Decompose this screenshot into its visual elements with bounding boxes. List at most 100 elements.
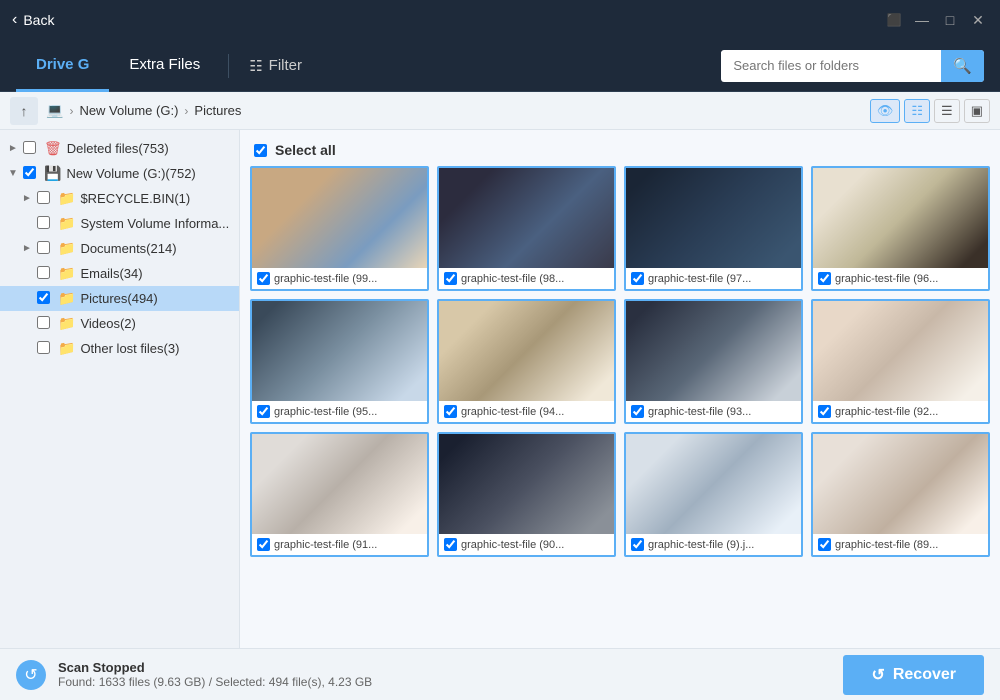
list-view-button[interactable]: ☰: [934, 99, 960, 123]
photo-checkbox-4[interactable]: [818, 272, 831, 285]
photo-checkbox-1[interactable]: [257, 272, 270, 285]
recover-button[interactable]: ↺ Recover: [843, 655, 984, 695]
photo-checkbox-6[interactable]: [444, 405, 457, 418]
photo-checkbox-9[interactable]: [257, 538, 270, 551]
photo-card-5[interactable]: graphic-test-file (95...: [250, 299, 429, 424]
sidebar-item-pictures-label: Pictures(494): [80, 291, 157, 306]
select-all-checkbox[interactable]: [254, 144, 267, 157]
navigate-up-button[interactable]: ↑: [10, 97, 38, 125]
sidebar-item-pictures[interactable]: 📁 Pictures(494): [0, 286, 239, 311]
deleted-checkbox[interactable]: [23, 141, 39, 157]
photo-caption-6: graphic-test-file (94...: [439, 401, 614, 422]
sidebar-item-videos-label: Videos(2): [80, 316, 135, 331]
photo-thumbnail-2: [439, 168, 614, 268]
tab-drive-g-label: Drive G: [36, 56, 89, 73]
photo-name-5: graphic-test-file (95...: [274, 406, 377, 418]
photo-card-9[interactable]: graphic-test-file (91...: [250, 432, 429, 557]
sidebar-item-deleted[interactable]: ► 🗑 Deleted files(753): [0, 136, 239, 161]
photo-card-12[interactable]: graphic-test-file (89...: [811, 432, 990, 557]
file-tree-sidebar: ► 🗑 Deleted files(753) ▼ 💾 New Volume (G…: [0, 130, 240, 648]
scan-status-title: Scan Stopped: [58, 660, 372, 675]
close-icon[interactable]: ✕: [968, 12, 988, 29]
restore-down-icon[interactable]: ⬛: [884, 13, 904, 27]
minimize-icon[interactable]: —: [912, 12, 932, 28]
grid-view-button[interactable]: ☷: [904, 99, 930, 123]
photo-name-9: graphic-test-file (91...: [274, 539, 377, 551]
preview-toggle-button[interactable]: 👁: [870, 99, 901, 123]
folder-icon-other: 📁: [58, 340, 75, 357]
sidebar-item-new-volume[interactable]: ▼ 💾 New Volume (G:)(752): [0, 161, 239, 186]
photo-caption-3: graphic-test-file (97...: [626, 268, 801, 289]
breadcrumb-drive[interactable]: New Volume (G:): [79, 103, 178, 118]
back-arrow-icon: ‹: [12, 11, 17, 29]
search-input[interactable]: [721, 52, 941, 79]
tab-extra-files-label: Extra Files: [129, 56, 200, 73]
documents-checkbox[interactable]: [37, 241, 53, 257]
photo-card-2[interactable]: graphic-test-file (98...: [437, 166, 616, 291]
photo-grid: graphic-test-file (99... graphic-test-fi…: [248, 166, 992, 557]
sidebar-item-videos[interactable]: 📁 Videos(2): [0, 311, 239, 336]
maximize-icon[interactable]: □: [940, 12, 960, 28]
photo-thumbnail-1: [252, 168, 427, 268]
tab-drive-g[interactable]: Drive G: [16, 40, 109, 92]
breadcrumb-sep-2: ›: [184, 104, 188, 118]
photo-card-7[interactable]: graphic-test-file (93...: [624, 299, 803, 424]
drive-icon: 💻: [46, 102, 63, 119]
srecycle-checkbox[interactable]: [37, 191, 53, 207]
other-checkbox[interactable]: [37, 341, 53, 357]
folder-icon-videos: 📁: [58, 315, 75, 332]
select-all-bar: Select all: [248, 138, 992, 166]
photo-thumbnail-3: [626, 168, 801, 268]
photo-card-10[interactable]: graphic-test-file (90...: [437, 432, 616, 557]
photo-checkbox-2[interactable]: [444, 272, 457, 285]
photo-name-3: graphic-test-file (97...: [648, 273, 751, 285]
photo-caption-4: graphic-test-file (96...: [813, 268, 988, 289]
photo-checkbox-10[interactable]: [444, 538, 457, 551]
sidebar-item-other[interactable]: 📁 Other lost files(3): [0, 336, 239, 361]
sidebar-item-emails[interactable]: 📁 Emails(34): [0, 261, 239, 286]
photo-checkbox-11[interactable]: [631, 538, 644, 551]
breadcrumb-folder[interactable]: Pictures: [194, 103, 241, 118]
photo-caption-5: graphic-test-file (95...: [252, 401, 427, 422]
search-button[interactable]: 🔍: [941, 50, 984, 82]
tab-extra-files[interactable]: Extra Files: [109, 40, 220, 92]
scan-status-text: Scan Stopped Found: 1633 files (9.63 GB)…: [58, 660, 372, 689]
photo-card-11[interactable]: graphic-test-file (9).j...: [624, 432, 803, 557]
emails-checkbox[interactable]: [37, 266, 53, 282]
photo-card-1[interactable]: graphic-test-file (99...: [250, 166, 429, 291]
sysvolinfo-checkbox[interactable]: [37, 216, 53, 232]
detail-view-button[interactable]: ▣: [964, 99, 990, 123]
select-all-label[interactable]: Select all: [275, 142, 336, 158]
sidebar-item-documents[interactable]: ► 📁 Documents(214): [0, 236, 239, 261]
photo-thumbnail-4: [813, 168, 988, 268]
photo-card-3[interactable]: graphic-test-file (97...: [624, 166, 803, 291]
expand-arrow-icon-docs: ►: [20, 243, 34, 254]
photo-name-2: graphic-test-file (98...: [461, 273, 564, 285]
expand-arrow-icon: ►: [6, 143, 20, 154]
nav-divider: [228, 54, 229, 78]
folder-icon-documents: 📁: [58, 240, 75, 257]
photo-checkbox-12[interactable]: [818, 538, 831, 551]
sidebar-item-sysvolinfo[interactable]: 📁 System Volume Informa...: [0, 211, 239, 236]
photo-checkbox-7[interactable]: [631, 405, 644, 418]
search-box[interactable]: 🔍: [721, 50, 984, 82]
sidebar-item-srecycle[interactable]: ► 📁 $RECYCLE.BIN(1): [0, 186, 239, 211]
expand-arrow-icon-srecycle: ►: [20, 193, 34, 204]
photo-card-6[interactable]: graphic-test-file (94...: [437, 299, 616, 424]
new-volume-checkbox[interactable]: [23, 166, 39, 182]
photo-name-12: graphic-test-file (89...: [835, 539, 938, 551]
photo-caption-2: graphic-test-file (98...: [439, 268, 614, 289]
photo-card-8[interactable]: graphic-test-file (92...: [811, 299, 990, 424]
back-button[interactable]: ‹ Back: [12, 11, 54, 29]
filter-button[interactable]: ☷ Filter: [237, 57, 314, 75]
photo-checkbox-5[interactable]: [257, 405, 270, 418]
pictures-checkbox[interactable]: [37, 291, 53, 307]
photo-checkbox-3[interactable]: [631, 272, 644, 285]
photo-checkbox-8[interactable]: [818, 405, 831, 418]
sidebar-item-other-label: Other lost files(3): [80, 341, 179, 356]
videos-checkbox[interactable]: [37, 316, 53, 332]
folder-icon-pictures: 📁: [58, 290, 75, 307]
photo-content-area[interactable]: Select all graphic-test-file (99... grap…: [240, 130, 1000, 648]
photo-card-4[interactable]: graphic-test-file (96...: [811, 166, 990, 291]
photo-thumbnail-9: [252, 434, 427, 534]
